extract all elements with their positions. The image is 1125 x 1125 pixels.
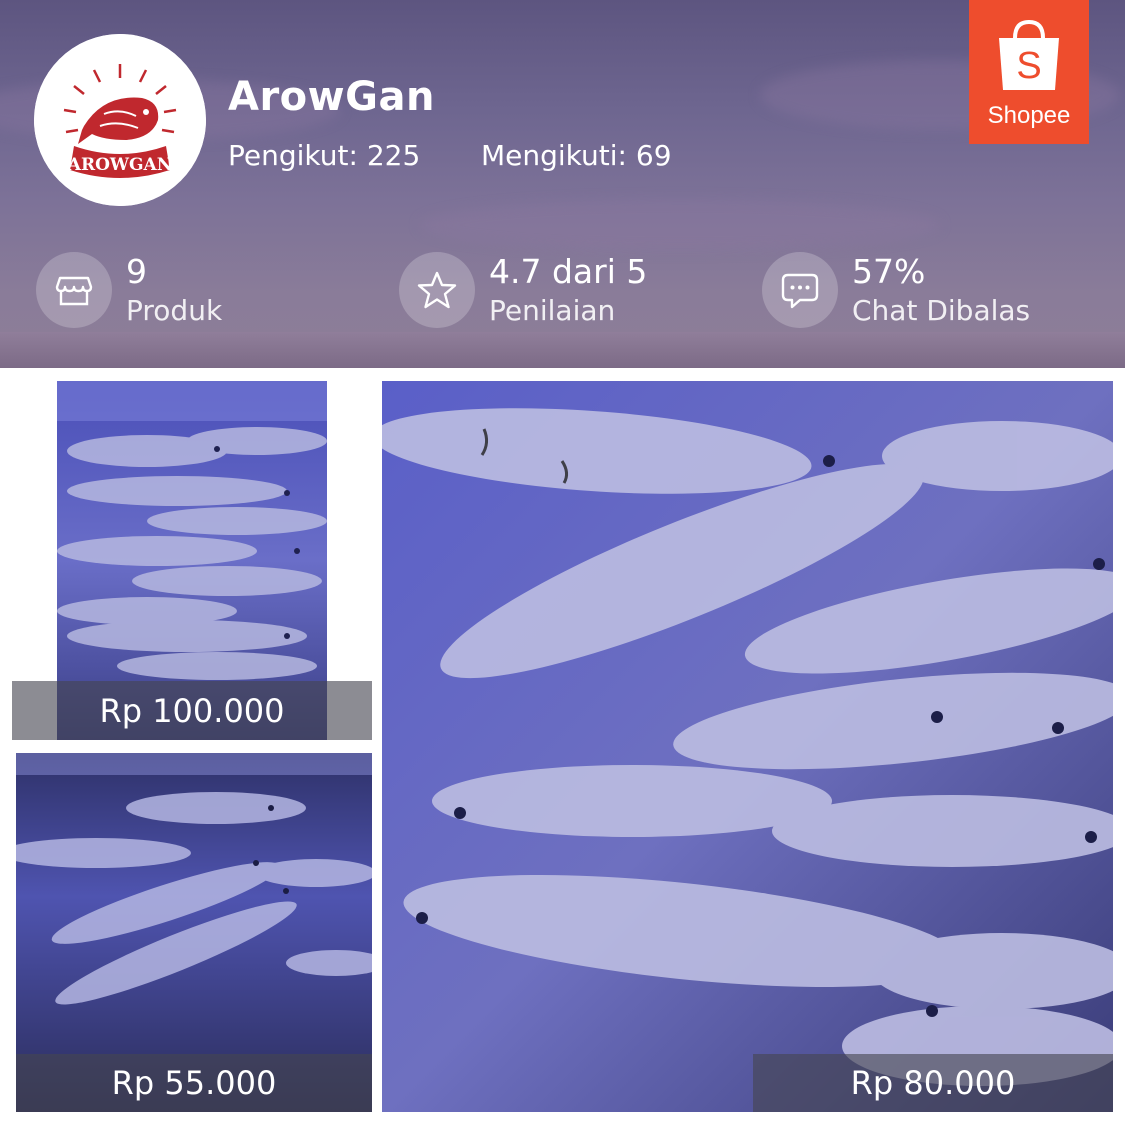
product-price: Rp 80.000	[753, 1054, 1113, 1112]
shop-avatar[interactable]: AROWGAN	[34, 34, 206, 206]
product-card[interactable]: Rp 55.000	[16, 753, 372, 1112]
logo-wordmark: AROWGAN	[67, 155, 172, 175]
product-price: Rp 55.000	[16, 1054, 372, 1112]
stat-rating-label: Penilaian	[489, 294, 616, 327]
stat-icon-circle	[399, 252, 475, 328]
stat-products-label: Produk	[126, 294, 223, 327]
svg-text:S: S	[1016, 45, 1041, 87]
horizon	[0, 332, 1125, 368]
product-price: Rp 100.000	[12, 681, 372, 740]
stat-icon-circle	[762, 252, 838, 328]
shopee-wordmark: Shopee	[987, 102, 1071, 129]
store-icon	[55, 276, 93, 306]
following-count[interactable]: Mengikuti: 69	[481, 139, 672, 172]
stat-products-value: 9	[126, 252, 147, 291]
stat-rating-value: 4.7 dari 5	[489, 252, 648, 291]
product-card[interactable]: Rp 100.000	[12, 381, 372, 740]
shopee-logo: S Shopee	[969, 0, 1089, 144]
stat-chat-value: 57%	[852, 252, 926, 291]
stat-icon-circle	[36, 252, 112, 328]
shop-logo-image: AROWGAN	[34, 34, 206, 206]
chat-icon	[781, 273, 819, 309]
product-card[interactable]: Rp 80.000	[382, 381, 1113, 1112]
shop-name: ArowGan	[228, 74, 435, 120]
sky-cloud	[420, 200, 940, 250]
stat-chat-label: Chat Dibalas	[852, 294, 1031, 327]
shop-header: AROWGAN ArowGan Pengikut: 225 Mengikuti:…	[0, 0, 1125, 368]
followers-count[interactable]: Pengikut: 225	[228, 139, 420, 172]
star-icon	[417, 271, 457, 309]
fish-tank-image	[382, 381, 1113, 1112]
shopping-bag-icon: S	[999, 19, 1059, 90]
